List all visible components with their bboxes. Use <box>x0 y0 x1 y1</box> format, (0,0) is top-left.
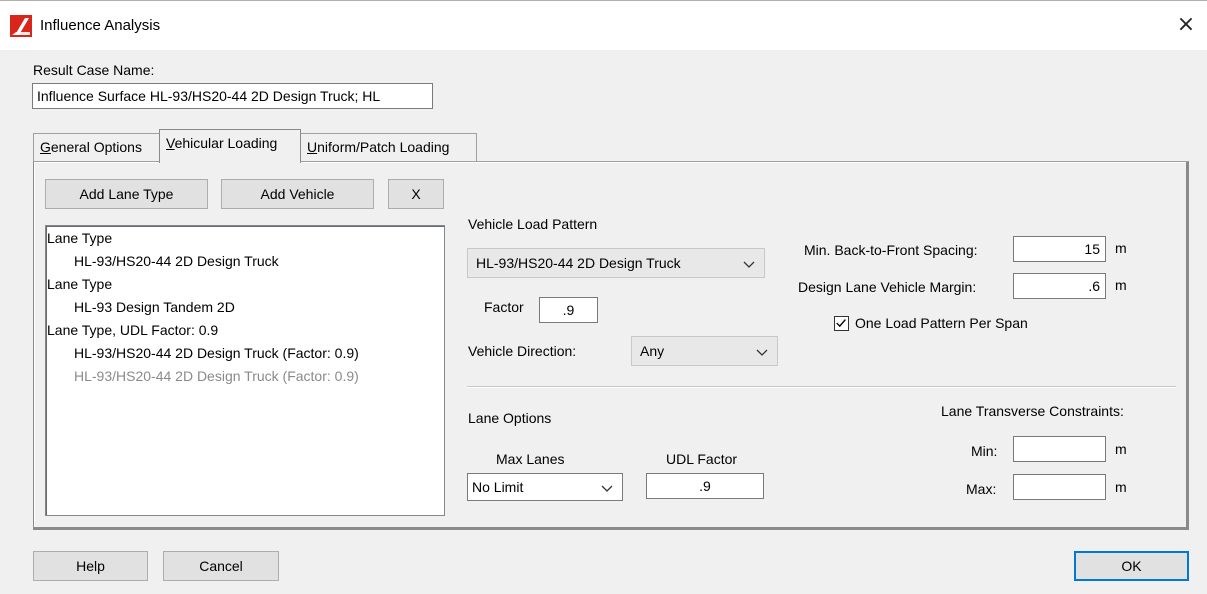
list-item[interactable]: HL-93/HS20-44 2D Design Truck <box>74 253 279 269</box>
ok-button[interactable]: OK <box>1074 551 1189 581</box>
add-vehicle-button[interactable]: Add Vehicle <box>221 179 374 209</box>
section-divider <box>467 386 1176 388</box>
tab-vehicular-loading-accel: V <box>166 135 175 151</box>
vehicle-direction-select[interactable]: Any <box>631 336 778 366</box>
tab-vehicular-loading[interactable]: Vehicular Loading <box>159 129 301 163</box>
unit-label: m <box>1115 441 1127 457</box>
tab-general-options[interactable]: General Options <box>33 133 160 161</box>
list-item[interactable]: HL-93 Design Tandem 2D <box>74 299 235 315</box>
tab-uniform-patch-loading[interactable]: Uniform/Patch Loading <box>300 133 477 161</box>
design-lane-vehicle-margin-label: Design Lane Vehicle Margin: <box>798 279 977 295</box>
chevron-down-icon <box>756 349 768 356</box>
min-label: Min: <box>971 443 998 459</box>
udl-factor-label: UDL Factor <box>666 451 738 467</box>
max-label: Max: <box>966 481 997 497</box>
max-lanes-select[interactable]: No Limit <box>467 473 623 501</box>
max-lanes-label: Max Lanes <box>496 451 565 467</box>
vehicle-direction-label: Vehicle Direction: <box>468 343 577 359</box>
unit-label: m <box>1115 277 1127 293</box>
unit-label: m <box>1115 240 1127 256</box>
vehicle-load-pattern-value: HL-93/HS20-44 2D Design Truck <box>476 255 681 271</box>
chevron-down-icon <box>743 261 755 268</box>
add-lane-type-button[interactable]: Add Lane Type <box>45 179 208 209</box>
vehicle-direction-value: Any <box>640 343 665 359</box>
window-title: Influence Analysis <box>40 17 161 34</box>
min-back-to-front-spacing-input[interactable]: 15 <box>1013 236 1106 262</box>
transverse-max-input[interactable] <box>1013 474 1106 500</box>
one-load-pattern-per-span-checkbox[interactable] <box>834 316 849 331</box>
app-logo-icon <box>10 15 32 37</box>
lane-options-title: Lane Options <box>468 410 552 426</box>
list-item-selected[interactable]: HL-93/HS20-44 2D Design Truck (Factor: 0… <box>74 368 359 384</box>
unit-label: m <box>1115 479 1127 495</box>
list-item[interactable]: HL-93/HS20-44 2D Design Truck (Factor: 0… <box>74 345 359 361</box>
delete-button[interactable]: X <box>388 179 444 209</box>
close-button[interactable]: × <box>1171 9 1201 41</box>
list-item[interactable]: Lane Type, UDL Factor: 0.9 <box>47 322 218 338</box>
cancel-button[interactable]: Cancel <box>163 551 279 581</box>
result-case-name-label: Result Case Name: <box>33 62 155 78</box>
udl-factor-input[interactable]: .9 <box>646 473 764 499</box>
vehicle-load-pattern-label: Vehicle Load Pattern <box>468 216 598 232</box>
lane-transverse-constraints-title: Lane Transverse Constraints: <box>941 403 1124 419</box>
tab-uniform-patch-loading-accel: U <box>307 139 318 155</box>
tab-general-options-accel: G <box>40 139 51 155</box>
lane-vehicle-tree[interactable]: Lane Type HL-93/HS20-44 2D Design Truck … <box>45 225 445 516</box>
one-load-pattern-per-span-label: One Load Pattern Per Span <box>855 315 1028 331</box>
list-item[interactable]: Lane Type <box>47 276 112 292</box>
transverse-min-input[interactable] <box>1013 436 1106 462</box>
checkmark-icon <box>836 319 846 328</box>
tab-vehicular-loading-label: ehicular Loading <box>174 135 278 151</box>
design-lane-vehicle-margin-input[interactable]: .6 <box>1013 273 1106 299</box>
list-item[interactable]: Lane Type <box>47 230 112 246</box>
result-case-name-input[interactable]: Influence Surface HL-93/HS20-44 2D Desig… <box>32 83 433 109</box>
factor-label: Factor <box>484 299 524 315</box>
tab-uniform-patch-loading-label: niform/Patch Loading <box>317 139 450 155</box>
max-lanes-value: No Limit <box>472 479 524 495</box>
tab-general-options-label: eneral Options <box>50 139 142 155</box>
chevron-down-icon <box>601 485 613 492</box>
vehicle-load-pattern-select[interactable]: HL-93/HS20-44 2D Design Truck <box>467 248 765 278</box>
min-back-to-front-spacing-label: Min. Back-to-Front Spacing: <box>804 242 978 258</box>
help-button[interactable]: Help <box>33 551 148 581</box>
factor-input[interactable]: .9 <box>539 297 598 323</box>
title-bar: Influence Analysis × <box>0 0 1207 50</box>
